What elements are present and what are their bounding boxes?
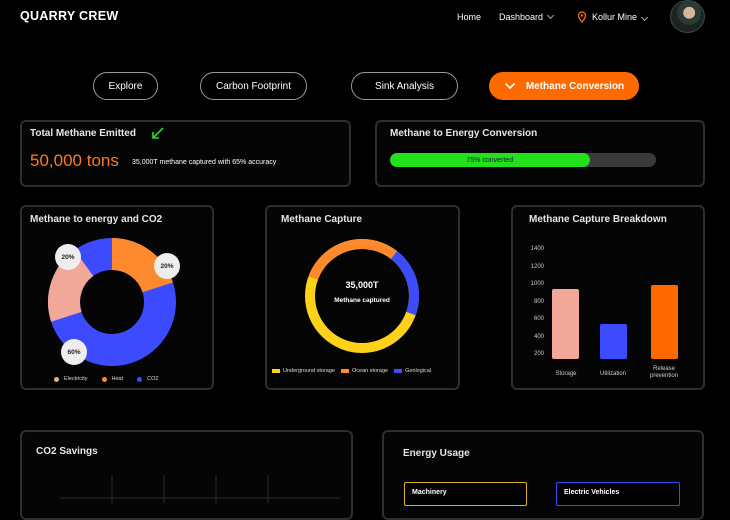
nav-home[interactable]: Home <box>457 12 481 22</box>
total-methane-value: 50,000 tons <box>30 151 119 170</box>
legend-label: Geological <box>405 368 432 374</box>
chevron-down-icon <box>640 13 649 21</box>
energy-usage-title: Energy Usage <box>403 448 470 459</box>
energy-usage-card <box>382 430 704 520</box>
co2-savings-title: CO2 Savings <box>36 446 98 457</box>
ring-segment-ocean <box>305 239 419 353</box>
conversion-progress-fill: 75% converted <box>390 153 590 167</box>
chevron-down-icon <box>546 11 555 20</box>
legend-label: Underground storage <box>283 368 335 374</box>
label-heat-percent: 20% <box>154 253 180 279</box>
legend-label: Ocean storage <box>351 368 389 374</box>
y-tick-label: 600 <box>533 316 544 322</box>
location-label: Kollur Mine <box>592 12 638 22</box>
conversion-progress: 75% converted <box>390 153 656 167</box>
location-pin-icon <box>577 11 587 23</box>
y-tick-label: 800 <box>533 298 544 305</box>
energy-co2-title: Methane to energy and CO2 <box>30 214 163 225</box>
x-label-release-prevention: Release prevention <box>649 366 679 379</box>
y-tick-label: 400 <box>533 333 544 340</box>
bar-storage <box>552 289 579 359</box>
legend-dot <box>54 376 59 382</box>
co2-savings-grid <box>60 475 340 503</box>
tab-sink-analysis[interactable]: Sink Analysis <box>351 72 458 100</box>
label-co2-percent: 60% <box>61 339 87 365</box>
label-electricity-percent: 20% <box>55 244 81 270</box>
legend-swatch <box>394 369 403 373</box>
tab-methane-conversion[interactable]: Methane Conversion <box>489 72 639 100</box>
x-label-utilization: Utilization <box>599 371 626 377</box>
methane-capture-ring <box>305 239 419 353</box>
arrow-down-left-icon <box>152 127 164 139</box>
capture-center-label: Methane captured <box>334 297 390 304</box>
chevron-down-icon <box>504 82 515 90</box>
usage-item-electric-vehicles[interactable]: Electric Vehicles <box>556 482 680 506</box>
capture-legend: Underground storage Ocean storage Geolog… <box>272 368 431 374</box>
location-selector[interactable]: Kollur Mine <box>577 11 649 23</box>
y-tick-label: 1400 <box>530 246 544 252</box>
tab-carbon-footprint[interactable]: Carbon Footprint <box>200 72 307 100</box>
tab-explore[interactable]: Explore <box>93 72 158 100</box>
energy-co2-legend: Electricity Heat CO2 <box>54 376 158 382</box>
total-methane-title: Total Methane Emitted <box>30 128 136 139</box>
total-methane-note: 35,000T methane captured with 65% accura… <box>132 159 277 166</box>
nav-dashboard[interactable]: Dashboard <box>499 11 555 22</box>
legend-dot <box>101 376 107 382</box>
tab-methane-conversion-label: Methane Conversion <box>525 80 625 92</box>
legend-swatch <box>272 369 280 373</box>
capture-center-value: 35,000T <box>345 280 379 290</box>
app-logo[interactable]: QUARRY CREW <box>20 9 118 23</box>
bar-release-prevention <box>651 285 678 359</box>
avatar[interactable] <box>670 0 705 33</box>
legend-label: Electricity <box>64 376 88 382</box>
legend-label: Heat <box>111 376 124 382</box>
legend-label: CO2 <box>147 376 159 382</box>
y-tick-label: 1000 <box>530 281 544 287</box>
bar-utilization <box>600 324 627 359</box>
legend-swatch <box>340 369 349 373</box>
methane-capture-title: Methane Capture <box>281 214 363 225</box>
nav-dashboard-label: Dashboard <box>499 12 544 22</box>
ring-segment-geological <box>305 239 419 353</box>
legend-dot <box>137 376 143 382</box>
y-tick-label: 1200 <box>530 263 544 270</box>
breakdown-title: Methane Capture Breakdown <box>529 214 667 225</box>
x-label-storage: Storage <box>555 371 577 377</box>
y-tick-label: 200 <box>533 351 544 357</box>
conversion-title: Methane to Energy Conversion <box>390 128 538 139</box>
usage-item-machinery[interactable]: Machinery <box>404 482 527 506</box>
